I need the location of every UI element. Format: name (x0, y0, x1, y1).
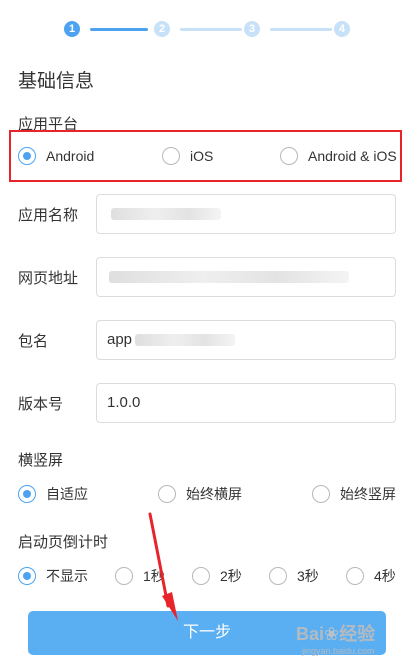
countdown-option-none[interactable]: 不显示 (18, 566, 88, 586)
countdown-option-label: 3秒 (297, 568, 319, 584)
orientation-radio-group: 自适应 始终横屏 始终竖屏 (0, 478, 414, 508)
countdown-option-label: 不显示 (46, 568, 88, 584)
package-row: 包名 app (0, 320, 414, 360)
splash-countdown-label: 启动页倒计时 (18, 534, 109, 551)
watermark-url: jingyan.baidu.com (302, 646, 375, 656)
step-indicator: 1 2 3 4 (64, 19, 354, 39)
countdown-option-label: 2秒 (220, 568, 242, 584)
watermark-brand: Bai❀经验 (296, 624, 376, 644)
orientation-option-landscape[interactable]: 始终横屏 (158, 484, 242, 504)
countdown-option-label: 1秒 (143, 568, 165, 584)
web-url-row: 网页地址 (0, 257, 414, 297)
orientation-option-portrait[interactable]: 始终竖屏 (312, 484, 396, 504)
step-connector-2 (180, 28, 242, 31)
splash-countdown-radio-group: 不显示 1秒 2秒 3秒 4秒 (0, 560, 414, 590)
radio-unchecked-icon (115, 567, 133, 585)
step-3: 3 (244, 21, 260, 37)
version-row: 版本号 1.0.0 (0, 383, 414, 423)
redacted-text (135, 334, 235, 346)
step-4: 4 (334, 21, 350, 37)
baidu-jingyan-watermark: Bai❀经验 jingyan.baidu.com (296, 616, 408, 666)
redacted-text (111, 208, 221, 220)
step-1: 1 (64, 21, 80, 37)
orientation-option-label: 自适应 (46, 486, 88, 502)
package-label: 包名 (18, 333, 49, 350)
orientation-label: 横竖屏 (18, 452, 64, 469)
redacted-text (109, 271, 349, 283)
version-label: 版本号 (18, 396, 64, 413)
radio-checked-icon (18, 567, 36, 585)
radio-checked-icon (18, 485, 36, 503)
orientation-option-label: 始终竖屏 (340, 486, 396, 502)
radio-unchecked-icon (346, 567, 364, 585)
countdown-option-1s[interactable]: 1秒 (115, 566, 165, 586)
radio-unchecked-icon (158, 485, 176, 503)
countdown-option-2s[interactable]: 2秒 (192, 566, 242, 586)
app-name-input[interactable] (96, 194, 396, 234)
step-connector-1 (90, 28, 148, 31)
step-connector-3 (270, 28, 332, 31)
version-input[interactable]: 1.0.0 (96, 383, 396, 423)
web-url-input[interactable] (96, 257, 396, 297)
orientation-option-label: 始终横屏 (186, 486, 242, 502)
step-2: 2 (154, 21, 170, 37)
orientation-option-auto[interactable]: 自适应 (18, 484, 88, 504)
paw-logo-icon: ❀ (324, 624, 340, 644)
radio-unchecked-icon (312, 485, 330, 503)
annotation-highlight-box (9, 130, 402, 182)
web-url-label: 网页地址 (18, 270, 79, 287)
countdown-option-label: 4秒 (374, 568, 396, 584)
countdown-option-4s[interactable]: 4秒 (346, 566, 396, 586)
app-name-label: 应用名称 (18, 207, 79, 224)
radio-unchecked-icon (269, 567, 287, 585)
package-input[interactable]: app (96, 320, 396, 360)
app-name-row: 应用名称 (0, 194, 414, 234)
countdown-option-3s[interactable]: 3秒 (269, 566, 319, 586)
section-title: 基础信息 (18, 71, 95, 92)
radio-unchecked-icon (192, 567, 210, 585)
